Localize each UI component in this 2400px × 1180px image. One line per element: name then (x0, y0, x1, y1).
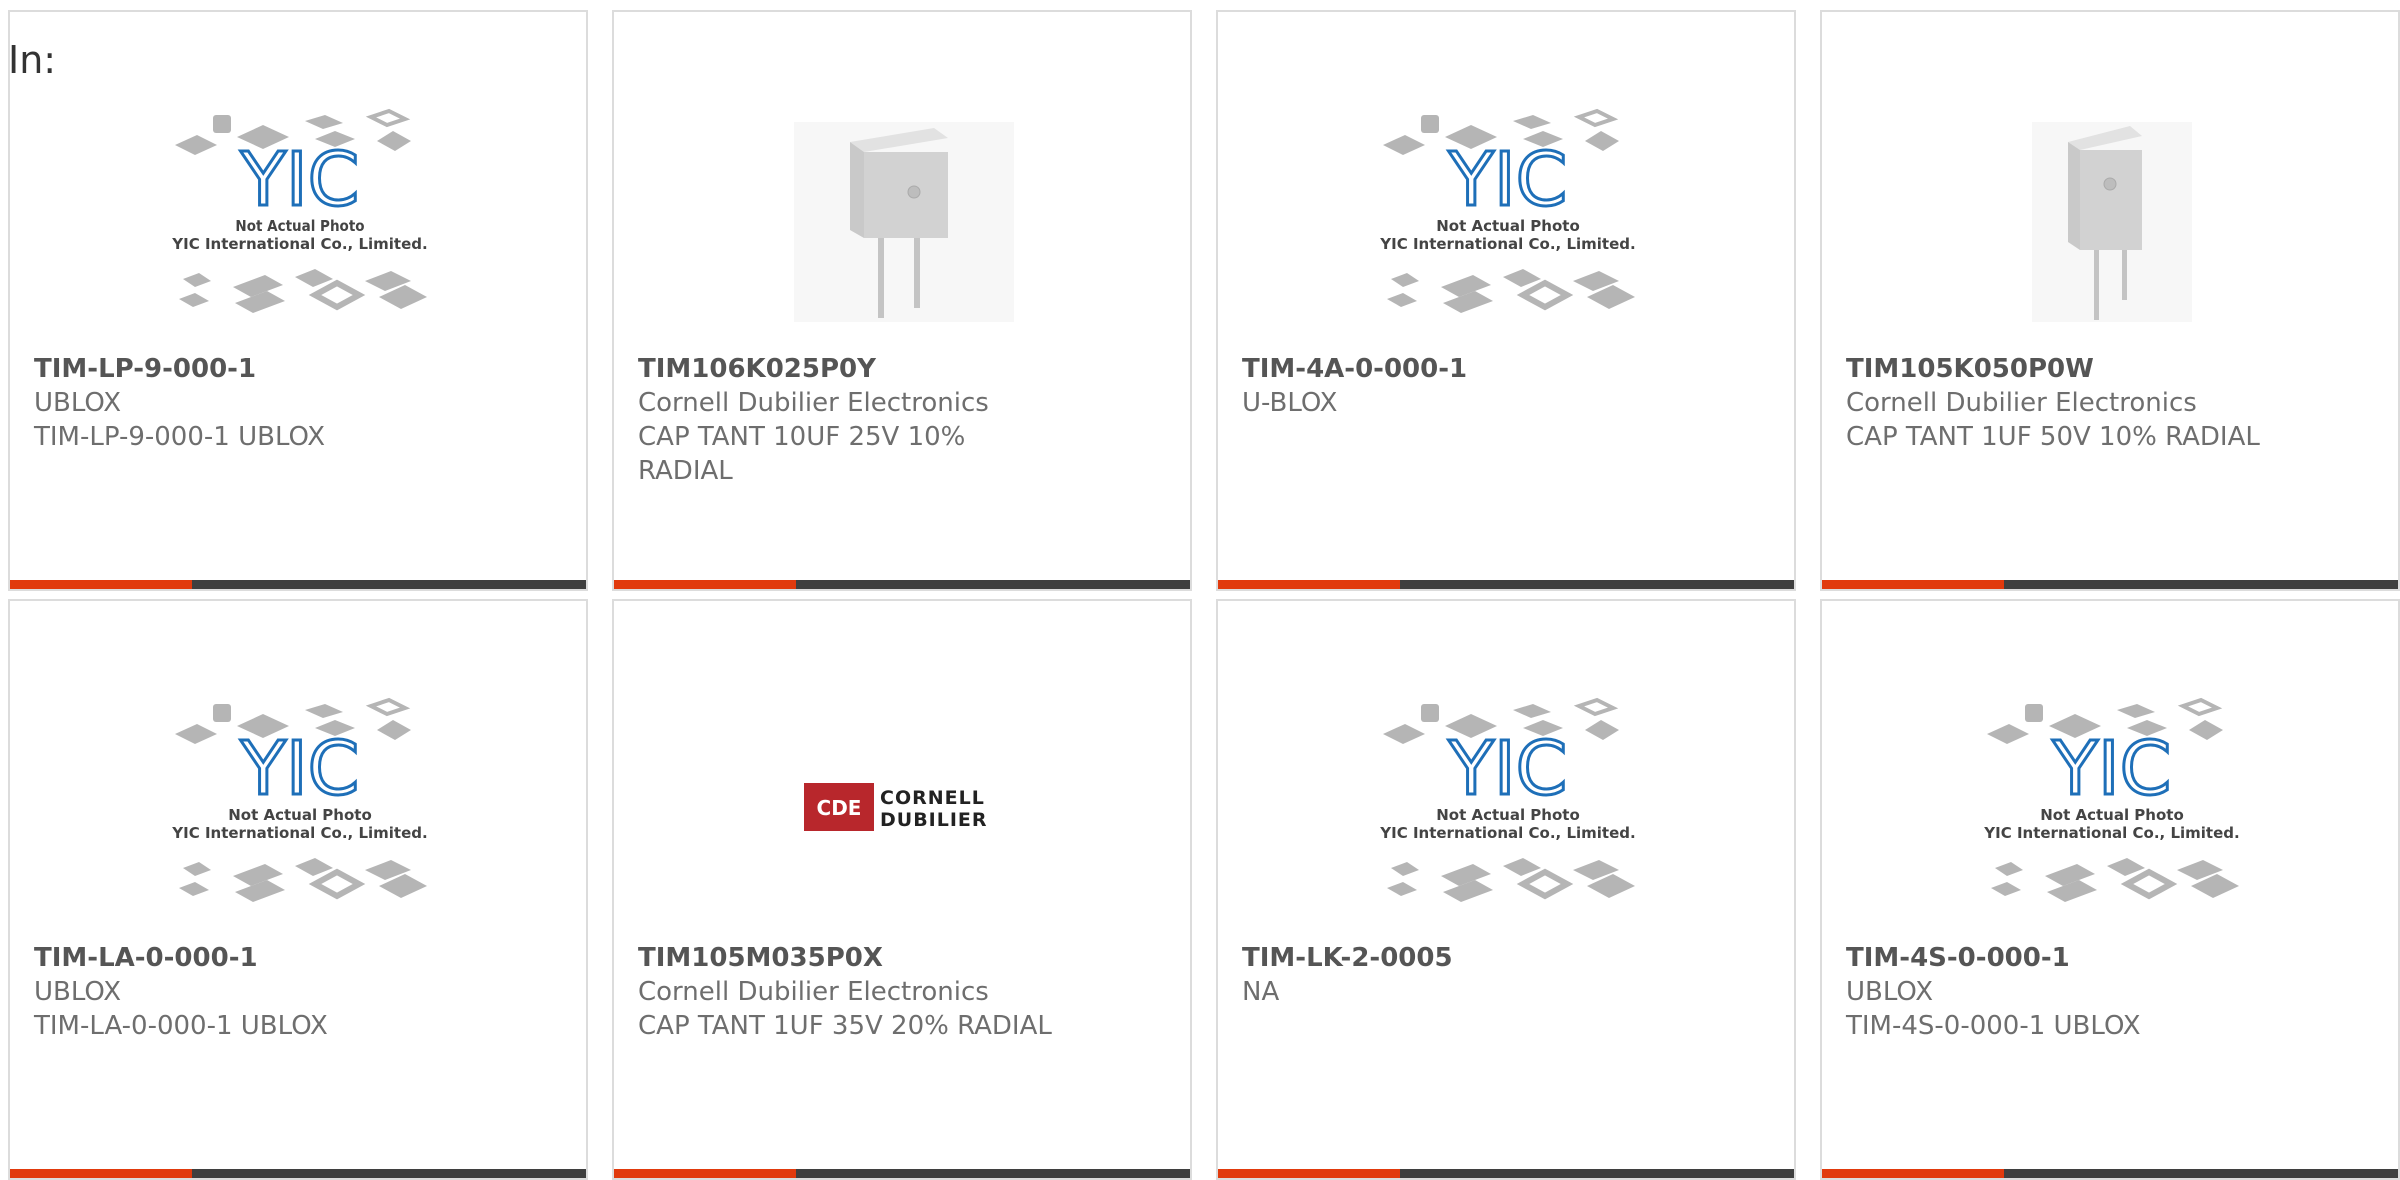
card-footer-bar (1218, 580, 1794, 589)
manufacturer: UBLOX (34, 977, 122, 1007)
yic-company-note: YIC International Co., Limited. (1379, 235, 1635, 253)
card-footer-bar (1822, 580, 2398, 589)
product-card[interactable]: YIC Not Actual Photo YIC International C… (1216, 599, 1796, 1180)
yic-company-note: YIC International Co., Limited. (1379, 824, 1635, 842)
manufacturer: Cornell Dubilier Electronics (638, 977, 989, 1007)
part-number[interactable]: TIM-4A-0-000-1 (1242, 352, 1774, 386)
card-footer-bar (1218, 1169, 1794, 1178)
manufacturer: U-BLOX (1242, 388, 1338, 418)
part-number[interactable]: TIM106K025P0Y (638, 352, 1170, 386)
manufacturer: Cornell Dubilier Electronics (1846, 388, 2197, 418)
part-number[interactable]: TIM-LP-9-000-1 (34, 352, 566, 386)
yic-company-note: YIC International Co., Limited. (171, 824, 427, 842)
description: CAP TANT 10UF 25V 10% RADIAL (638, 422, 966, 486)
yic-logo: YIC (240, 726, 360, 812)
yic-placeholder-image: YIC Not Actual Photo YIC International C… (1983, 697, 2240, 902)
part-number[interactable]: TIM105M035P0X (638, 941, 1170, 975)
yic-logo: YIC (2052, 726, 2172, 812)
product-details: TIM105K050P0W Cornell Dubilier Electroni… (1846, 352, 2378, 454)
part-number[interactable]: TIM105K050P0W (1846, 352, 2378, 386)
yic-logo: YIC (240, 137, 360, 223)
product-details: TIM-LK-2-0005 NA (1242, 941, 1774, 1009)
radial-capacitor-image (2032, 122, 2192, 322)
product-details: TIM-LA-0-000-1 UBLOX TIM-LA-0-000-1 UBLO… (34, 941, 566, 1043)
product-image[interactable]: YIC Not Actual Photo YIC International C… (1368, 92, 1648, 352)
card-footer-bar (614, 1169, 1190, 1178)
product-card[interactable]: YIC Not Actual Photo YIC International C… (8, 10, 588, 591)
filter-label: In: (8, 38, 57, 82)
card-footer-accent (614, 1169, 796, 1178)
yic-company-note: YIC International Co., Limited. (171, 235, 427, 253)
product-card[interactable]: YIC Not Actual Photo YIC International C… (1216, 10, 1796, 591)
product-grid: YIC Not Actual Photo YIC International C… (8, 10, 2400, 1180)
product-card[interactable]: CDE CORNELL DUBILIER TIM105M035P0X Corne… (612, 599, 1192, 1180)
yic-placeholder-image: YIC Not Actual Photo YIC International C… (1379, 108, 1636, 313)
part-number[interactable]: TIM-4S-0-000-1 (1846, 941, 2378, 975)
product-card[interactable]: YIC Not Actual Photo YIC International C… (8, 599, 588, 1180)
card-footer-accent (1218, 1169, 1400, 1178)
manufacturer: NA (1242, 977, 1280, 1007)
product-image[interactable]: YIC Not Actual Photo YIC International C… (1972, 681, 2252, 941)
product-image[interactable]: YIC Not Actual Photo YIC International C… (160, 92, 440, 352)
yic-logo: YIC (1448, 726, 1568, 812)
product-image[interactable] (764, 92, 1044, 352)
card-footer-accent (10, 1169, 192, 1178)
card-footer-accent (1218, 580, 1400, 589)
card-footer-accent (1822, 1169, 2004, 1178)
yic-logo: YIC (1448, 137, 1568, 223)
description: CAP TANT 1UF 35V 20% RADIAL (638, 1011, 1052, 1041)
cde-badge: CDE (817, 796, 862, 820)
product-details: TIM-4S-0-000-1 UBLOX TIM-4S-0-000-1 UBLO… (1846, 941, 2378, 1043)
card-footer-bar (1822, 1169, 2398, 1178)
not-actual-photo-note: Not Actual Photo (1436, 217, 1580, 235)
product-card[interactable]: TIM105K050P0W Cornell Dubilier Electroni… (1820, 10, 2400, 591)
product-image[interactable]: YIC Not Actual Photo YIC International C… (160, 681, 440, 941)
yic-company-note: YIC International Co., Limited. (1983, 824, 2239, 842)
yic-placeholder-image: YIC Not Actual Photo YIC International C… (1379, 697, 1636, 902)
manufacturer: UBLOX (34, 388, 122, 418)
product-image[interactable]: YIC Not Actual Photo YIC International C… (1368, 681, 1648, 941)
card-footer-bar (614, 580, 1190, 589)
cde-logo-line1: CORNELL (880, 787, 985, 809)
card-footer-bar (10, 1169, 586, 1178)
product-card[interactable]: YIC Not Actual Photo YIC International C… (1820, 599, 2400, 1180)
not-actual-photo-note: Not Actual Photo (235, 217, 364, 235)
radial-capacitor-image (794, 122, 1014, 322)
card-footer-accent (614, 580, 796, 589)
description: TIM-LP-9-000-1 UBLOX (34, 422, 326, 452)
cde-logo-image: CDE CORNELL DUBILIER (804, 783, 988, 831)
product-image[interactable] (1972, 92, 2252, 352)
product-details: TIM106K025P0Y Cornell Dubilier Electroni… (638, 352, 1170, 488)
description: TIM-LA-0-000-1 UBLOX (34, 1011, 328, 1041)
yic-placeholder-image: YIC Not Actual Photo YIC International C… (171, 108, 428, 313)
description: CAP TANT 1UF 50V 10% RADIAL (1846, 422, 2260, 452)
card-footer-accent (1822, 580, 2004, 589)
product-image[interactable]: CDE CORNELL DUBILIER (764, 681, 1044, 941)
product-card[interactable]: TIM106K025P0Y Cornell Dubilier Electroni… (612, 10, 1192, 591)
part-number[interactable]: TIM-LK-2-0005 (1242, 941, 1774, 975)
product-details: TIM105M035P0X Cornell Dubilier Electroni… (638, 941, 1170, 1043)
cde-logo-line2: DUBILIER (880, 809, 988, 831)
not-actual-photo-note: Not Actual Photo (228, 806, 372, 824)
product-details: TIM-4A-0-000-1 U-BLOX (1242, 352, 1774, 420)
manufacturer: Cornell Dubilier Electronics (638, 388, 989, 418)
manufacturer: UBLOX (1846, 977, 1934, 1007)
product-details: TIM-LP-9-000-1 UBLOX TIM-LP-9-000-1 UBLO… (34, 352, 566, 454)
not-actual-photo-note: Not Actual Photo (1436, 806, 1580, 824)
description: TIM-4S-0-000-1 UBLOX (1846, 1011, 2141, 1041)
yic-placeholder-image: YIC Not Actual Photo YIC International C… (171, 697, 428, 902)
not-actual-photo-note: Not Actual Photo (2040, 806, 2184, 824)
card-footer-bar (10, 580, 586, 589)
part-number[interactable]: TIM-LA-0-000-1 (34, 941, 566, 975)
card-footer-accent (10, 580, 192, 589)
